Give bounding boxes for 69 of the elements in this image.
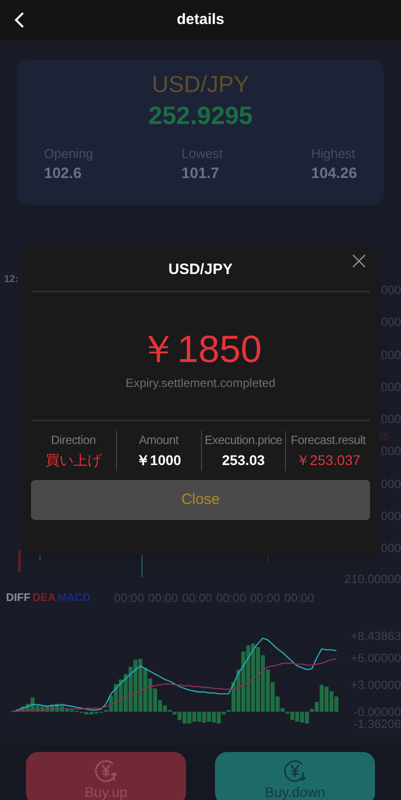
stat-value: 101.7 <box>182 164 220 184</box>
bar <box>128 666 133 712</box>
settlement-status: Expiry.settlement.completed <box>126 375 276 392</box>
bar <box>148 678 152 712</box>
bar <box>246 645 250 712</box>
dialog-title: USD/JPY <box>168 260 233 280</box>
bar <box>84 712 88 714</box>
detail-label: Forecast.result <box>290 432 366 449</box>
bar <box>276 696 280 712</box>
bar <box>182 712 186 724</box>
currency-pair: USD/JPY <box>152 70 250 99</box>
bar <box>280 708 284 712</box>
detail-value: 買い上げ <box>45 451 102 470</box>
bar <box>153 688 158 712</box>
close-button[interactable]: Close <box>31 480 370 520</box>
bar <box>187 712 192 724</box>
bar <box>216 712 221 724</box>
bar <box>334 696 338 712</box>
bar <box>124 674 128 712</box>
bar <box>266 670 270 712</box>
bar <box>330 691 334 712</box>
bar <box>310 709 314 712</box>
detail-value: ￥253.037 <box>296 451 360 470</box>
bar <box>158 700 162 712</box>
payout-amount: ￥1850 <box>139 330 262 370</box>
close-icon[interactable] <box>352 253 368 269</box>
bar <box>324 686 329 712</box>
bar <box>212 712 216 723</box>
bar <box>256 647 260 712</box>
detail-label: Amount <box>138 432 178 449</box>
bar <box>172 712 177 714</box>
yen-down-icon <box>282 758 308 784</box>
legend-label: DIFF <box>6 591 30 606</box>
bar <box>314 702 319 712</box>
bar <box>143 668 148 712</box>
bar <box>207 712 211 722</box>
current-price: 252.9295 <box>148 101 253 132</box>
bar <box>236 670 240 712</box>
bar <box>300 712 304 723</box>
legend-label: MACD <box>58 591 91 606</box>
bar <box>222 712 226 714</box>
detail-label: Direction <box>51 432 96 449</box>
bar <box>260 655 265 712</box>
bar <box>320 684 324 712</box>
bar <box>295 712 300 722</box>
page-title: details <box>176 10 224 30</box>
bar <box>192 712 196 722</box>
bar <box>305 712 309 724</box>
bar <box>251 644 256 712</box>
detail-label: Execution.price <box>204 432 282 449</box>
bar <box>270 682 275 712</box>
time-label: 12: <box>4 273 18 287</box>
back-icon <box>14 12 26 28</box>
bar <box>178 712 182 720</box>
detail-value: ￥1000 <box>136 451 182 470</box>
stat-value: 104.26 <box>311 164 357 184</box>
stat-value: 102.6 <box>44 164 83 184</box>
bar <box>162 705 167 712</box>
yen-up-icon <box>93 758 119 784</box>
legend-label: DEA <box>32 591 56 606</box>
bar <box>89 712 94 714</box>
bar <box>134 660 138 712</box>
bar <box>241 652 246 712</box>
bar <box>290 712 294 720</box>
detail-value: 253.03 <box>222 451 265 470</box>
bar <box>138 658 142 712</box>
bar <box>197 712 202 722</box>
bar <box>202 712 206 723</box>
bar <box>118 679 123 712</box>
